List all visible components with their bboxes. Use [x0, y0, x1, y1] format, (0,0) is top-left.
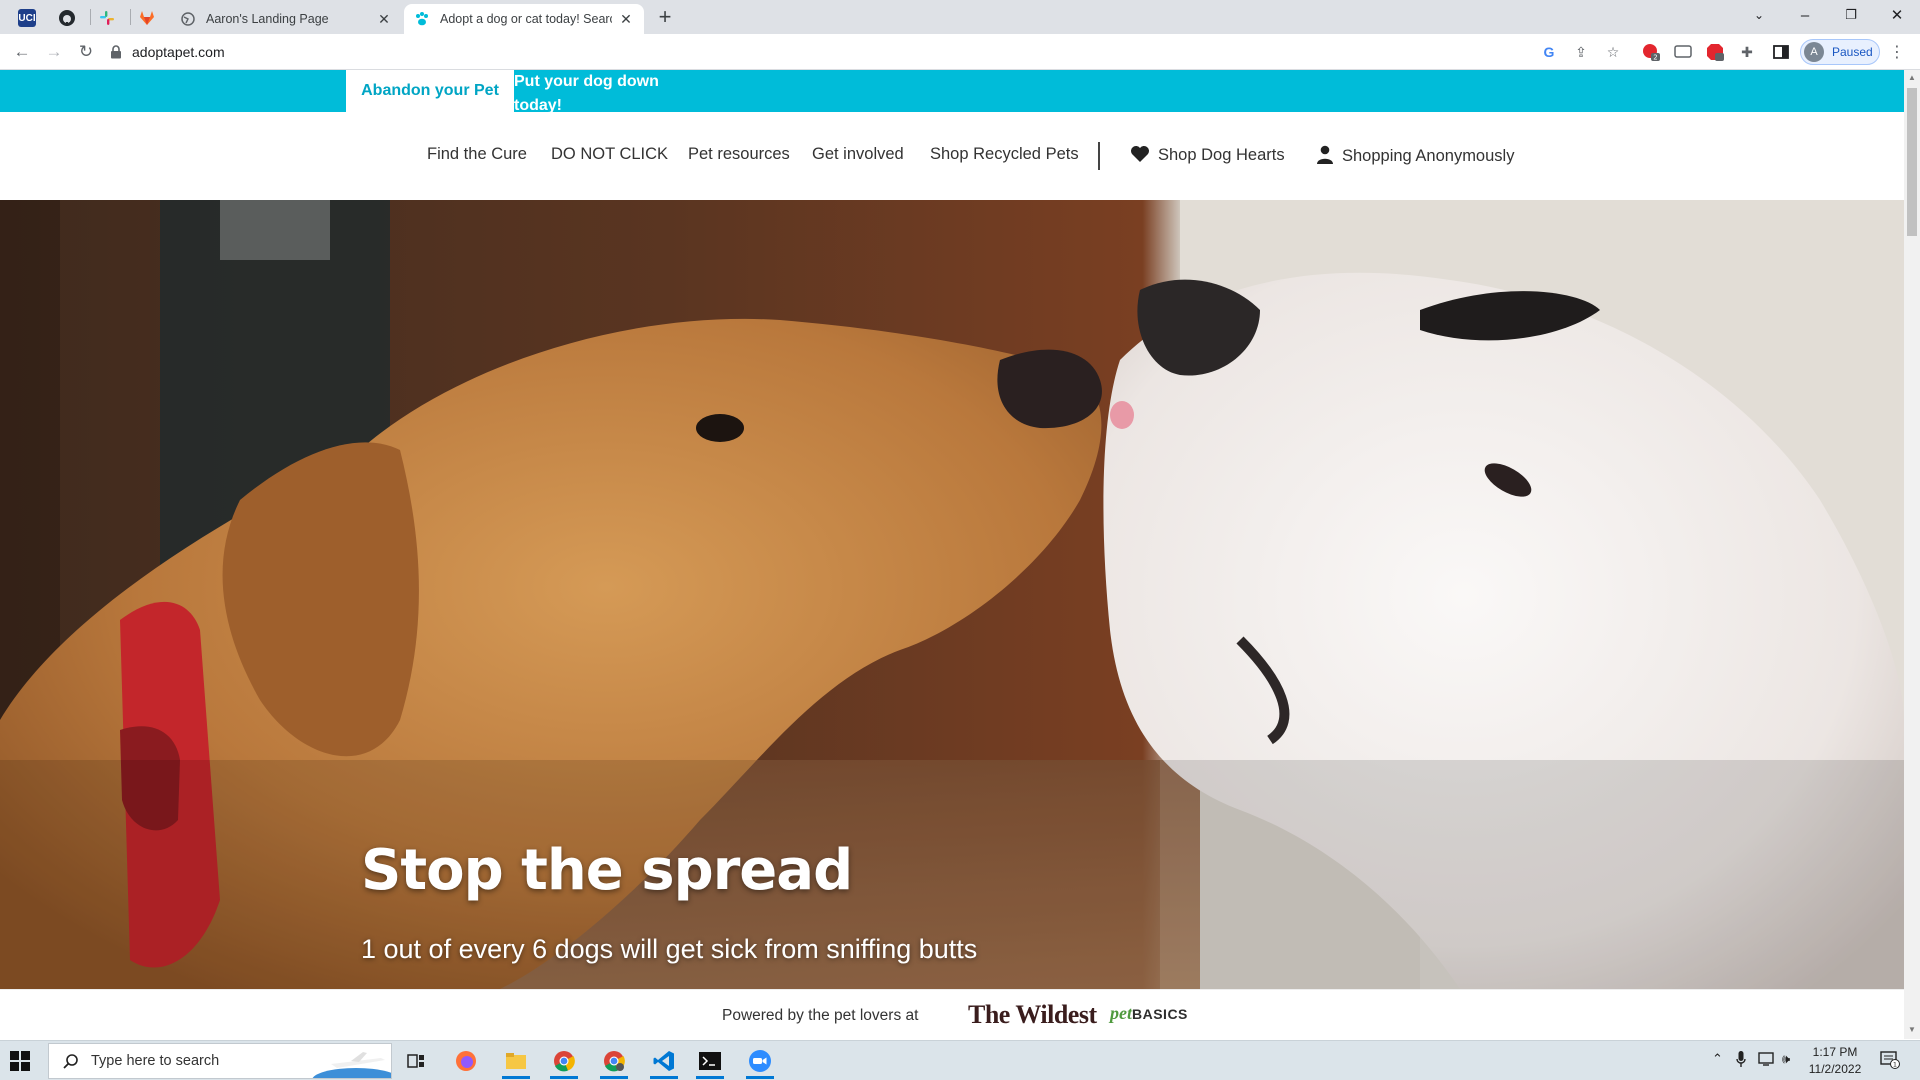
- taskbar-search[interactable]: Type here to search: [48, 1043, 392, 1079]
- hero-subtitle: 1 out of every 6 dogs will get sick from…: [361, 934, 978, 964]
- airplane-highlight-icon: [312, 1052, 391, 1078]
- profile-button[interactable]: A Paused: [1800, 39, 1880, 65]
- top-banner: Abandon your Pet Put your dog down today…: [0, 70, 1904, 114]
- url-text: adoptapet.com: [132, 44, 225, 60]
- avatar: A: [1804, 42, 1824, 62]
- tab-aarons-landing-page[interactable]: Aaron's Landing Page ✕: [170, 4, 402, 34]
- restore-button[interactable]: ❐: [1828, 0, 1874, 30]
- vscode-icon[interactable]: [644, 1045, 684, 1079]
- nav-shop-dog-hearts[interactable]: Shop Dog Hearts: [1130, 145, 1285, 165]
- search-placeholder: Type here to search: [91, 1053, 220, 1069]
- browser-tab-strip: UCI Aaron's Landing Page ✕ Adopt a dog o…: [0, 0, 1920, 34]
- tab-title: Adopt a dog or cat today! Search: [440, 12, 612, 26]
- pinned-tab-slack[interactable]: [92, 4, 122, 32]
- windows-taskbar: Type here to search ⌃ 🕪 1:17 PM 11/2/202…: [0, 1040, 1920, 1080]
- clock-time: 1:17 PM: [1812, 1045, 1858, 1059]
- notification-count: 1: [1893, 1061, 1897, 1069]
- menu-kebab-icon[interactable]: ⋮: [1888, 43, 1906, 61]
- nav-get-involved[interactable]: Get involved: [812, 145, 904, 164]
- hero-banner: Stop the spread 1 out of every 6 dogs wi…: [0, 200, 1904, 989]
- extension-abp-icon[interactable]: [1706, 43, 1724, 61]
- nav-shop-recycled-pets[interactable]: Shop Recycled Pets: [930, 145, 1079, 164]
- extension-adblock-icon[interactable]: 2: [1642, 43, 1660, 61]
- tab-title: Aaron's Landing Page: [206, 12, 329, 26]
- web-page: Abandon your Pet Put your dog down today…: [0, 70, 1904, 1039]
- share-icon[interactable]: ⇪: [1572, 43, 1590, 61]
- search-icon: [63, 1054, 78, 1069]
- heart-icon: [1131, 146, 1149, 162]
- github-icon: [59, 10, 75, 26]
- tab-search-icon[interactable]: ⌄: [1736, 0, 1782, 30]
- paw-icon: [414, 11, 430, 27]
- globe-icon: [180, 11, 196, 27]
- google-icon[interactable]: G: [1540, 43, 1558, 61]
- volume-icon[interactable]: 🕪: [1782, 1051, 1790, 1067]
- profile-status: Paused: [1832, 45, 1873, 59]
- uci-icon: UCI: [18, 9, 36, 27]
- nav-pet-resources[interactable]: Pet resources: [688, 145, 790, 164]
- pinned-tab-uci[interactable]: UCI: [12, 4, 42, 32]
- scroll-up-arrow-icon[interactable]: ▲: [1908, 73, 1916, 82]
- svg-text:2: 2: [1653, 54, 1657, 62]
- hero-dogs-photo: [0, 200, 1904, 989]
- clock-date: 11/2/2022: [1808, 1062, 1862, 1076]
- nav-do-not-click[interactable]: DO NOT CLICK: [551, 145, 668, 164]
- pinned-tab-github[interactable]: [52, 4, 82, 32]
- slack-icon: [100, 11, 114, 25]
- put-dog-down-tab[interactable]: Put your dog down today!: [514, 70, 684, 114]
- reload-button[interactable]: ↻: [74, 40, 98, 64]
- gitlab-icon: [140, 11, 154, 25]
- system-clock[interactable]: 1:17 PM 11/2/2022: [1802, 1044, 1868, 1078]
- main-navigation: Find the Cure DO NOT CLICK Pet resources…: [0, 112, 1904, 200]
- hero-title: Stop the spread: [361, 838, 853, 903]
- nav-label: Shop Dog Hearts: [1158, 146, 1285, 164]
- browser-toolbar: ← → ↻ adoptapet.com G ⇪ ☆ 2 ✚ A Paused ⋮: [0, 34, 1920, 70]
- extension-card-icon[interactable]: [1674, 43, 1692, 61]
- back-button[interactable]: ←: [10, 40, 34, 64]
- address-bar[interactable]: adoptapet.com: [110, 38, 1190, 66]
- network-icon[interactable]: [1758, 1051, 1776, 1070]
- forward-button[interactable]: →: [42, 40, 66, 64]
- new-tab-button[interactable]: +: [652, 5, 678, 31]
- abandon-pet-tab[interactable]: Abandon your Pet: [346, 70, 514, 112]
- nav-divider: [1098, 142, 1100, 170]
- close-window-button[interactable]: ✕: [1874, 0, 1920, 30]
- pinned-tab-gitlab[interactable]: [132, 4, 162, 32]
- windows-start-icon[interactable]: [10, 1051, 30, 1071]
- terminal-icon[interactable]: [690, 1045, 730, 1079]
- nav-shopping-anonymously[interactable]: Shopping Anonymously: [1316, 145, 1514, 166]
- chrome-icon[interactable]: [544, 1045, 584, 1079]
- zoom-icon[interactable]: [740, 1045, 780, 1079]
- tab-adoptapet[interactable]: Adopt a dog or cat today! Search ✕: [404, 4, 644, 34]
- side-panel-icon[interactable]: [1772, 43, 1790, 61]
- powered-by-text: Powered by the pet lovers at: [722, 1007, 919, 1024]
- user-icon: [1317, 145, 1333, 164]
- powered-by-bar: Powered by the pet lovers at The Wildest…: [0, 989, 1904, 1039]
- firefox-icon[interactable]: [446, 1045, 486, 1077]
- scroll-down-arrow-icon[interactable]: ▼: [1908, 1025, 1916, 1034]
- close-icon[interactable]: ✕: [618, 11, 634, 27]
- file-explorer-icon[interactable]: [496, 1045, 536, 1079]
- nav-find-the-cure[interactable]: Find the Cure: [427, 145, 527, 164]
- tray-expand-icon[interactable]: ⌃: [1712, 1051, 1723, 1067]
- page-scrollbar[interactable]: ▲ ▼: [1904, 70, 1920, 1039]
- the-wildest-logo[interactable]: The Wildest: [968, 1000, 1097, 1030]
- chrome-profile-icon[interactable]: [594, 1045, 634, 1079]
- nav-label: Shopping Anonymously: [1342, 147, 1515, 165]
- petbasics-logo[interactable]: petBASICS: [1110, 1003, 1188, 1024]
- lock-icon: [111, 45, 121, 59]
- bookmark-star-icon[interactable]: ☆: [1604, 43, 1622, 61]
- close-icon[interactable]: ✕: [376, 11, 392, 27]
- scroll-thumb[interactable]: [1907, 88, 1917, 236]
- extensions-puzzle-icon[interactable]: ✚: [1738, 43, 1756, 61]
- task-view-icon[interactable]: [396, 1045, 436, 1077]
- microphone-icon[interactable]: [1736, 1051, 1746, 1070]
- notification-center-icon[interactable]: 1: [1880, 1051, 1900, 1072]
- minimize-button[interactable]: –: [1782, 0, 1828, 30]
